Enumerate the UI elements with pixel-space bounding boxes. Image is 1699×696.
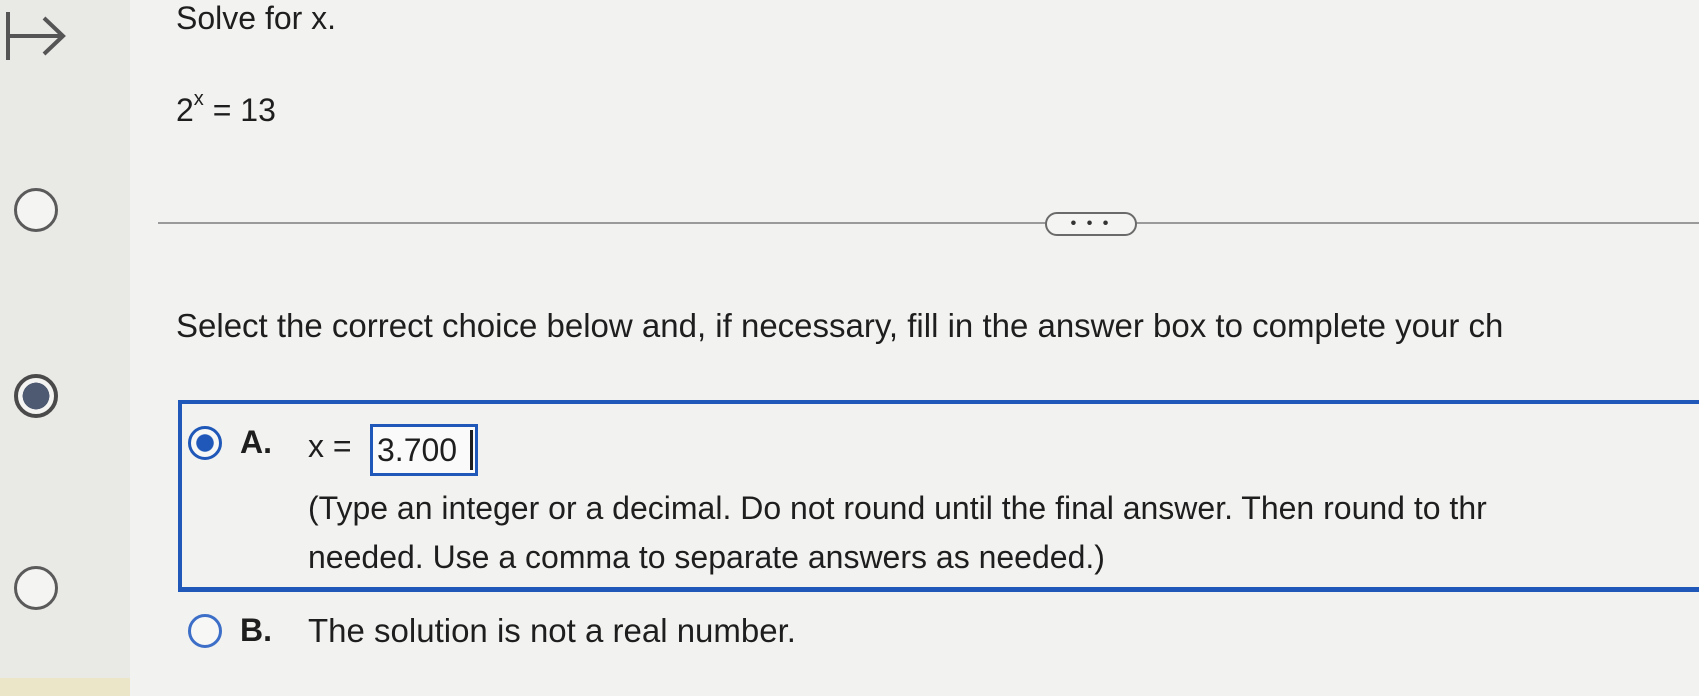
choice-a-hint: (Type an integer or a decimal. Do not ro… xyxy=(308,484,1487,582)
section-divider xyxy=(158,222,1699,224)
sidebar-radio-3[interactable] xyxy=(14,566,58,610)
hint-line-2: needed. Use a comma to separate answers … xyxy=(308,539,1105,575)
choice-b-letter: B. xyxy=(240,612,272,648)
text-cursor xyxy=(470,430,473,470)
more-button[interactable]: • • • xyxy=(1045,212,1137,236)
choice-b-text[interactable]: The solution is not a real number. xyxy=(308,612,796,650)
choice-a-letter: A. xyxy=(240,424,272,460)
arrow-right-icon[interactable] xyxy=(0,6,70,66)
more-button-label: • • • xyxy=(1070,215,1112,232)
equation: 2x = 13 xyxy=(176,88,276,129)
choice-b-radio[interactable] xyxy=(188,614,222,648)
left-sidebar xyxy=(0,0,130,696)
choice-a-radio[interactable] xyxy=(188,426,222,460)
equation-base: 2 xyxy=(176,92,194,128)
answer-input[interactable] xyxy=(370,424,478,476)
equation-rhs: = 13 xyxy=(203,92,276,128)
choice-a-prefix: x = xyxy=(308,428,352,464)
sidebar-radio-1[interactable] xyxy=(14,188,58,232)
question-title: Solve for x. xyxy=(176,0,337,36)
equation-exponent: x xyxy=(193,88,204,111)
sidebar-footer xyxy=(0,678,130,696)
hint-line-1: (Type an integer or a decimal. Do not ro… xyxy=(308,490,1487,526)
sidebar-radio-2-selected[interactable] xyxy=(14,374,58,418)
instruction-text: Select the correct choice below and, if … xyxy=(176,307,1504,344)
